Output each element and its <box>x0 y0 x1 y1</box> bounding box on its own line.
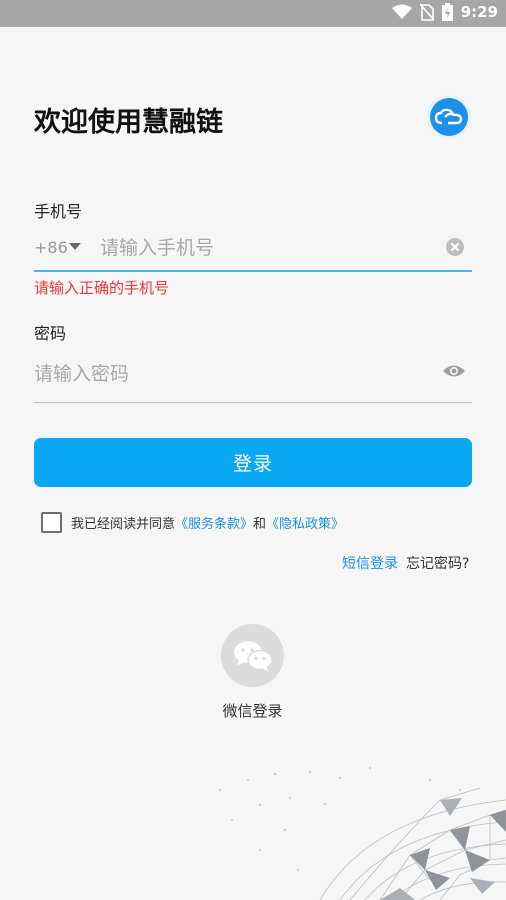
phone-label: 手机号 <box>34 202 83 221</box>
forgot-password-link[interactable]: 忘记密码? <box>406 553 469 573</box>
terms-link[interactable]: 《服务条款》 <box>175 513 253 532</box>
agreement-and: 和 <box>253 517 267 532</box>
country-code[interactable]: +86 <box>34 238 68 257</box>
agreement-checkbox[interactable] <box>41 512 62 533</box>
sms-login-link[interactable]: 短信登录 <box>342 553 398 573</box>
no-sim-icon <box>419 3 434 21</box>
password-label: 密码 <box>34 324 67 343</box>
login-button[interactable]: 登录 <box>34 438 472 487</box>
status-bar: 9:29 <box>0 0 506 27</box>
app-logo <box>427 95 471 139</box>
password-input[interactable] <box>34 360 414 388</box>
wechat-icon <box>233 640 273 672</box>
battery-charging-icon <box>441 3 453 21</box>
status-icons: 9:29 <box>391 3 498 21</box>
page-title: 欢迎使用慧融链 <box>34 107 223 138</box>
agreement-text: 我已经阅读并同意 <box>71 517 176 532</box>
phone-error-message: 请输入正确的手机号 <box>34 279 170 297</box>
wechat-login-label: 微信登录 <box>222 702 283 720</box>
privacy-link[interactable]: 《隐私政策》 <box>266 513 344 532</box>
phone-field: +86 <box>34 228 472 272</box>
clear-icon[interactable] <box>446 238 464 256</box>
status-time: 9:29 <box>460 3 498 21</box>
password-field <box>34 354 472 403</box>
wifi-icon <box>391 4 412 19</box>
caret-down-icon[interactable] <box>69 243 81 251</box>
agreement-row: 我已经阅读并同意 《服务条款》 和 《隐私政策》 <box>41 512 344 533</box>
cloud-link-logo-icon <box>430 98 468 136</box>
wechat-login-button[interactable] <box>221 624 284 687</box>
eye-icon[interactable] <box>442 363 466 379</box>
network-globe-decoration <box>218 767 506 900</box>
phone-input[interactable] <box>100 234 430 262</box>
